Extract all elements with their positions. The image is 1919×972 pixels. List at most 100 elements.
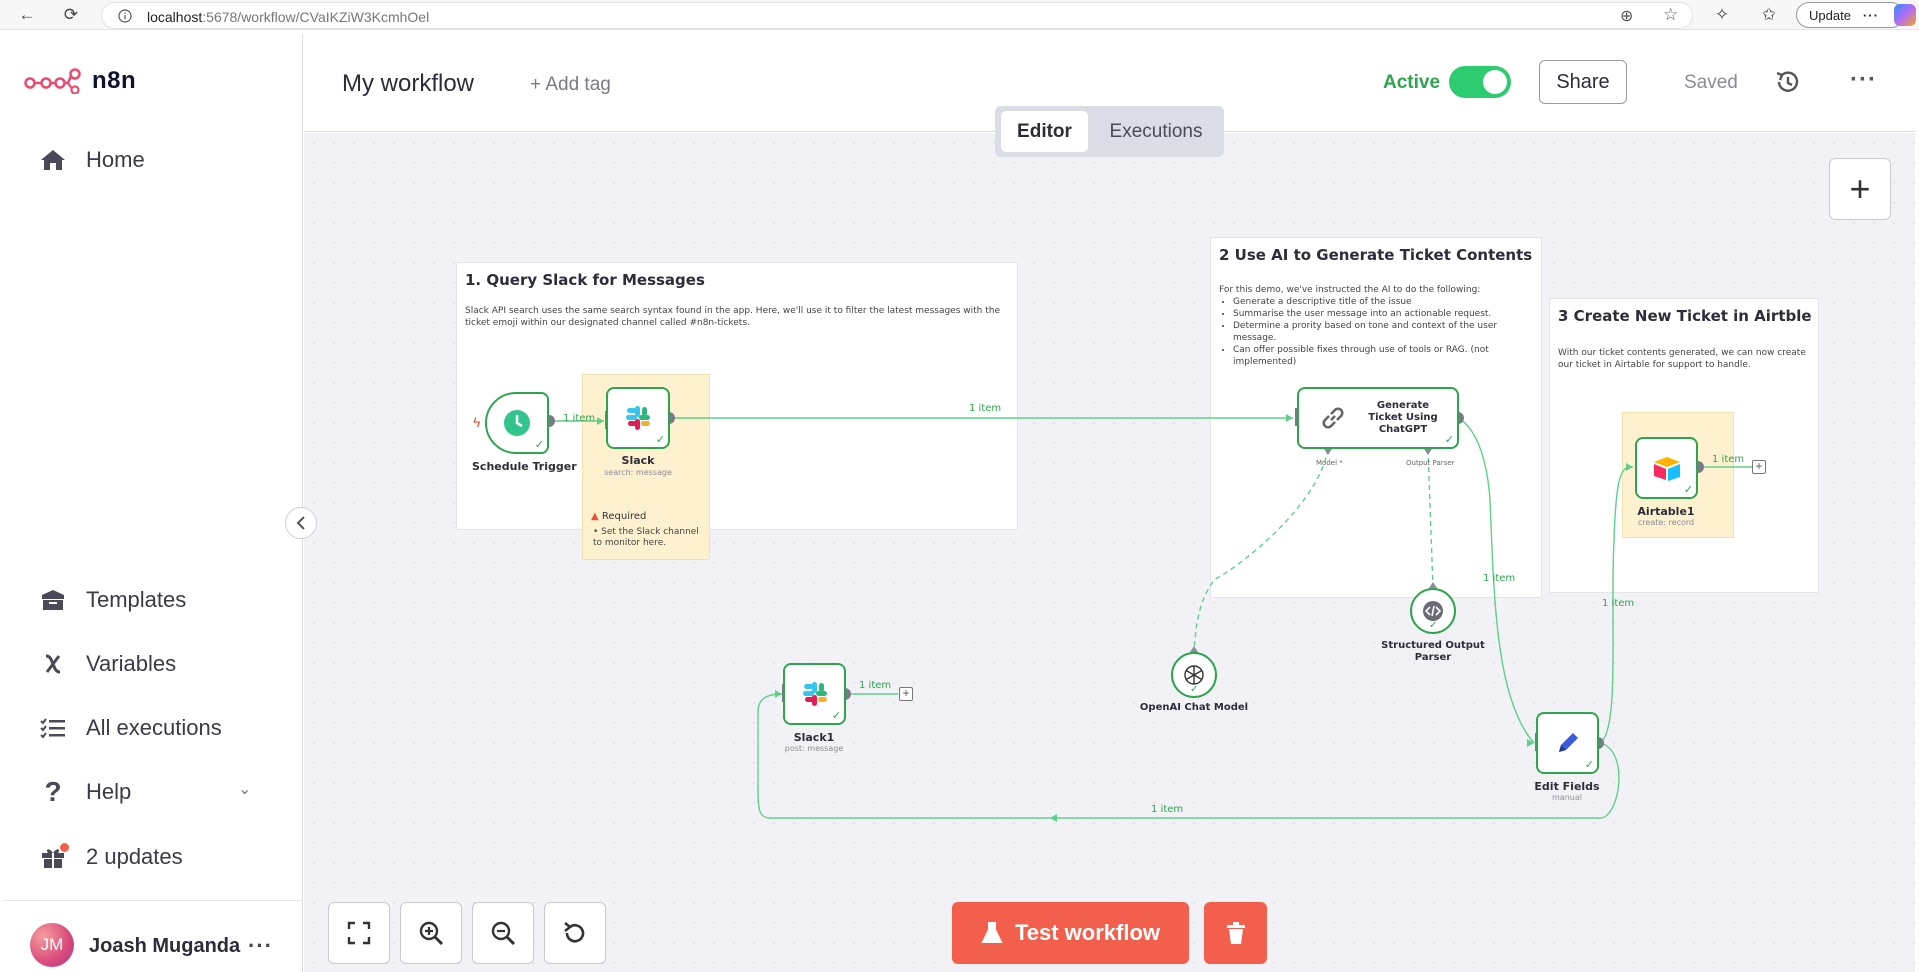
node-subtitle: search: message <box>604 468 672 477</box>
sidebar-item-label: Help <box>86 779 132 804</box>
zoom-out-icon <box>491 921 516 946</box>
node-label: OpenAI Chat Model <box>1139 702 1249 713</box>
tab-executions[interactable]: Executions <box>1095 111 1217 152</box>
node-label: Edit Fields <box>1534 780 1600 793</box>
gift-icon <box>38 842 69 872</box>
fit-view-button[interactable] <box>328 902 390 964</box>
note-title: 1. Query Slack for Messages <box>465 271 705 289</box>
port-label-parser: Output Parser <box>1406 459 1455 467</box>
add-tag-button[interactable]: + Add tag <box>530 74 611 96</box>
success-check-icon: ✓ <box>1444 434 1454 446</box>
n8n-logo-icon <box>24 68 81 94</box>
link-icon <box>1322 407 1344 429</box>
sidebar-item-home[interactable]: Home <box>38 145 145 175</box>
address-bar[interactable]: localhost:5678/workflow/CVaIKZiW3KcmhOel… <box>101 2 1693 29</box>
add-connection-icon[interactable]: + <box>899 687 913 701</box>
chevron-down-icon: ⌄ <box>238 781 252 798</box>
url-text: localhost:5678/workflow/CVaIKZiW3KcmhOel <box>147 9 430 25</box>
sidebar-item-help[interactable]: ? Help ⌄ <box>38 776 268 807</box>
note-body: For this demo, we've instructed the AI t… <box>1219 284 1539 368</box>
node-subtitle: create: record <box>1637 518 1695 527</box>
success-check-icon: ✓ <box>1190 684 1199 695</box>
history-icon[interactable] <box>1774 68 1802 96</box>
trigger-bolt-icon: ϟ <box>473 414 481 430</box>
required-body: • Set the Slack channel to monitor here. <box>593 527 699 548</box>
extensions-icon[interactable]: ✧ <box>1711 4 1733 26</box>
copilot-icon[interactable] <box>1894 4 1916 26</box>
test-workflow-button[interactable]: Test workflow <box>952 902 1189 964</box>
node-generate-ticket[interactable]: Generate Ticket Using ChatGPT ✓ <box>1297 387 1459 449</box>
note-bullet: Can offer possible fixes through use of … <box>1233 344 1539 368</box>
node-airtable[interactable]: ✓ <box>1635 437 1698 499</box>
collapse-sidebar-button[interactable] <box>285 507 317 539</box>
node-slack1[interactable]: ✓ <box>783 663 846 725</box>
variables-icon <box>38 649 68 679</box>
node-label: Generate Ticket Using ChatGPT <box>1368 400 1438 435</box>
active-toggle[interactable] <box>1449 66 1511 98</box>
connection-label: 1 item <box>1712 454 1745 465</box>
active-label: Active <box>1383 72 1441 93</box>
notification-dot <box>60 843 69 852</box>
avatar[interactable]: JM <box>30 923 74 967</box>
add-node-button[interactable]: + <box>1829 158 1891 220</box>
connection-label: 1 item <box>859 680 892 691</box>
favorite-star-icon[interactable]: ☆ <box>1663 5 1678 25</box>
sidebar-item-all-executions[interactable]: All executions <box>38 713 222 743</box>
connection-label: 1 item <box>969 403 1002 414</box>
delete-button[interactable] <box>1204 902 1267 964</box>
n8n-logo[interactable]: n8n <box>24 67 136 95</box>
sidebar-item-updates[interactable]: 2 updates <box>38 842 183 872</box>
node-label: Slack <box>621 454 655 467</box>
pencil-icon <box>1558 733 1578 752</box>
note-intro: For this demo, we've instructed the AI t… <box>1219 285 1481 295</box>
success-check-icon: ✓ <box>655 434 665 446</box>
node-structured-output-parser[interactable]: ✓ <box>1410 588 1456 634</box>
slack-icon <box>626 406 650 430</box>
user-menu[interactable]: JM Joash Muganda ··· <box>4 900 303 972</box>
sidebar-item-variables[interactable]: Variables <box>38 649 176 679</box>
brand-name: n8n <box>92 67 137 94</box>
saved-status: Saved <box>1684 72 1738 93</box>
trash-icon <box>1226 922 1245 944</box>
code-icon <box>1423 601 1443 621</box>
zoom-icon[interactable]: ⊕ <box>1620 6 1633 26</box>
more-options-icon[interactable]: ··· <box>1850 66 1877 94</box>
update-button[interactable]: Update ··· <box>1796 2 1904 28</box>
executions-list-icon <box>38 713 68 743</box>
zoom-in-icon <box>419 921 444 946</box>
sidebar-item-label: Templates <box>86 587 187 612</box>
share-button[interactable]: Share <box>1539 60 1627 104</box>
node-label: Schedule Trigger <box>472 460 577 473</box>
airtable-icon <box>1653 457 1680 481</box>
node-slack[interactable]: ✓ <box>606 387 670 449</box>
success-check-icon: ✓ <box>831 710 841 722</box>
add-connection-icon[interactable]: + <box>1752 460 1766 474</box>
note-title: 3 Create New Ticket in Airtble <box>1558 307 1812 325</box>
note-body: With our ticket contents generated, we c… <box>1558 348 1806 370</box>
back-icon[interactable]: ← <box>16 4 38 26</box>
node-edit-fields[interactable]: ✓ <box>1536 712 1599 774</box>
sidebar-item-label: All executions <box>86 715 222 740</box>
connection-label: 1 item <box>1602 598 1635 609</box>
reload-icon[interactable]: ⟳ <box>60 4 82 26</box>
note-bullet: Determine a prority based on tone and co… <box>1233 320 1539 344</box>
node-openai-chat-model[interactable]: ✓ <box>1171 652 1217 698</box>
zoom-in-button[interactable] <box>400 902 462 964</box>
node-schedule-trigger[interactable]: ✓ <box>485 392 549 454</box>
tab-editor[interactable]: Editor <box>1001 111 1088 152</box>
chevron-left-icon <box>296 516 305 530</box>
view-tabs: Editor Executions <box>995 106 1224 157</box>
sidebar-item-templates[interactable]: Templates <box>38 585 186 615</box>
port-label-model: Model * <box>1316 459 1343 467</box>
zoom-out-button[interactable] <box>472 902 534 964</box>
connection-label: 1 item <box>1483 573 1516 584</box>
user-more-icon[interactable]: ··· <box>248 933 273 959</box>
favorites-icon[interactable]: ✩ <box>1758 4 1780 26</box>
undo-icon <box>564 921 585 943</box>
reset-zoom-button[interactable] <box>544 902 606 964</box>
browser-toolbar: ← ⟳ localhost:5678/workflow/CVaIKZiW3Kcm… <box>0 0 1919 30</box>
note-bullet: Summarise the user message into an actio… <box>1233 308 1539 320</box>
node-subtitle: manual <box>1552 793 1582 802</box>
workflow-title[interactable]: My workflow <box>342 70 474 98</box>
node-label: Slack1 <box>793 731 835 744</box>
